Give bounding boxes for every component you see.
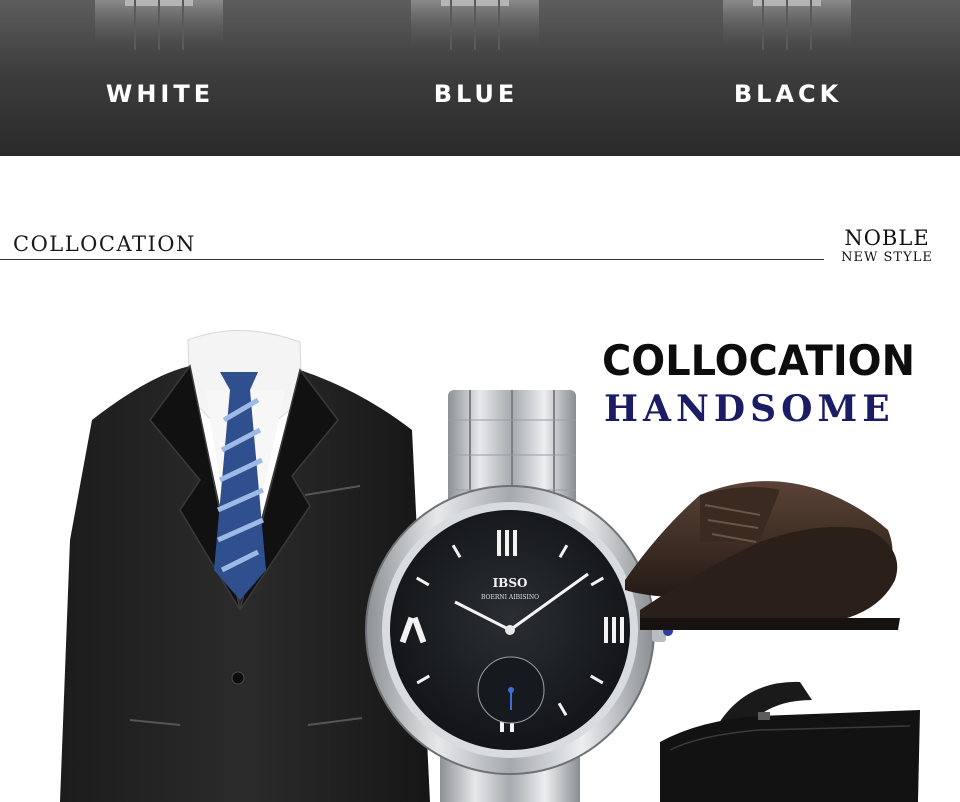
watch-brand: IBSO <box>493 576 528 590</box>
variant-label: WHITE <box>105 80 215 108</box>
color-variant-banner: WHITE BLUE BLACK <box>0 0 960 156</box>
variant-black[interactable]: BLACK <box>678 0 898 156</box>
noble-badge: NOBLE NEW STYLE <box>835 226 939 266</box>
variant-label: BLACK <box>733 80 843 108</box>
variant-blue[interactable]: BLUE <box>366 0 586 156</box>
bag-image <box>660 681 920 802</box>
suit-image <box>60 329 430 802</box>
collocation-collage: IBSO BOERNI AIBISINO COLLOCATION HANDSOM… <box>0 280 960 802</box>
section-header: COLLOCATION NOBLE NEW STYLE <box>0 156 960 280</box>
shoes-image <box>625 481 900 630</box>
variant-white[interactable]: WHITE <box>50 0 270 156</box>
watch-subbrand: BOERNI AIBISINO <box>481 594 539 601</box>
variant-label: BLUE <box>433 80 519 108</box>
section-divider <box>0 259 824 260</box>
badge-subtitle: NEW STYLE <box>841 250 933 265</box>
hero-subheadline: HANDSOME <box>604 388 895 430</box>
strap-thumbnail-icon <box>411 0 539 58</box>
section-title: COLLOCATION <box>13 232 196 256</box>
hero-headline: COLLOCATION <box>602 336 915 385</box>
product-detail-page: WHITE BLUE BLACK COLLOCATION NOBLE NEW S… <box>0 0 960 802</box>
strap-thumbnail-icon <box>723 0 851 58</box>
strap-thumbnail-icon <box>95 0 223 58</box>
badge-title: NOBLE <box>844 226 930 250</box>
